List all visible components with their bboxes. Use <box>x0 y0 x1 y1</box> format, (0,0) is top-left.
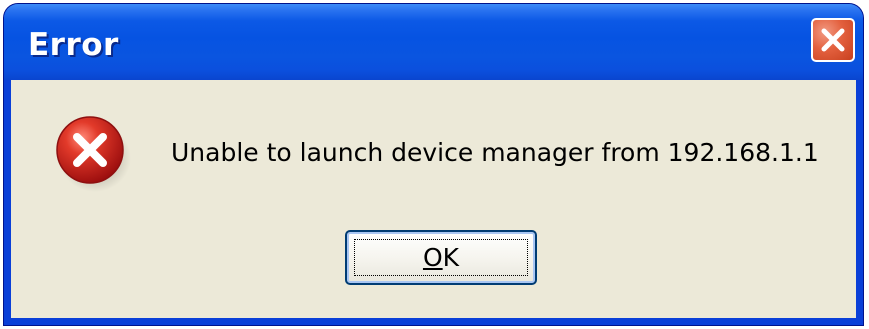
title-bar[interactable]: Error <box>4 4 863 80</box>
ok-mnemonic: O <box>422 243 443 272</box>
close-button[interactable] <box>811 18 855 62</box>
close-icon <box>821 28 845 52</box>
error-message: Unable to launch device manager from 192… <box>171 138 819 167</box>
error-dialog: Error Unable to launch device manager fr… <box>4 4 863 325</box>
dialog-body: Unable to launch device manager from 192… <box>11 80 856 318</box>
dialog-title: Error <box>28 27 119 63</box>
error-icon <box>56 116 131 192</box>
ok-rest: K <box>442 243 460 272</box>
ok-button-label: OK <box>423 243 459 272</box>
ok-button[interactable]: OK <box>345 230 537 285</box>
